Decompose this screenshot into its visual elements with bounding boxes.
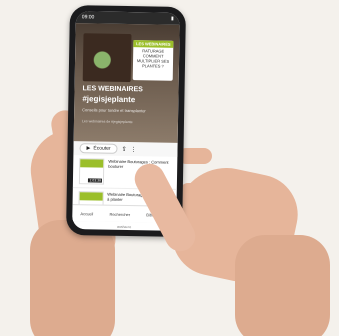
plant-cover-image: [82, 33, 132, 83]
webinar-card: LES WEBINAIRES RATURAGE COMMENT MULTIPLI…: [132, 40, 174, 81]
right-hand-wrist: [235, 235, 330, 336]
nav-home[interactable]: Accueil: [80, 211, 93, 216]
podcast-hero: LES WEBINAIRES RATURAGE COMMENT MULTIPLI…: [73, 23, 180, 143]
podcast-subtitle: Conseils pour tondre et transplanter: [82, 107, 146, 114]
play-label: Écouter: [93, 145, 111, 152]
share-icon[interactable]: ⇪: [122, 145, 127, 152]
status-time: 09:00: [81, 14, 95, 21]
scene: 09:00 ▮ LES WEBINAIRES RATURAGE COMMENT …: [0, 0, 339, 336]
nav-search[interactable]: Rechercher: [109, 211, 130, 216]
left-hand-wrist: [30, 220, 115, 336]
play-icon: ▶: [86, 145, 91, 152]
podcast-description: Les webinaires de #jegisjeplante: [81, 119, 133, 125]
right-finger-2: [180, 183, 214, 199]
play-button[interactable]: ▶ Écouter: [79, 143, 118, 154]
more-icon[interactable]: ⋮: [131, 146, 137, 153]
battery-icon: ▮: [170, 15, 174, 22]
episode-duration: 1:03:38: [88, 178, 103, 183]
podcast-hashtag: #jegisjeplante: [82, 94, 136, 105]
episode-thumbnail: 1:03:38: [78, 158, 105, 185]
webinar-card-text: RATURAGE COMMENT MULTIPLIER SES PLANTES …: [136, 48, 170, 69]
podcast-title: LES WEBINAIRES: [82, 85, 143, 94]
